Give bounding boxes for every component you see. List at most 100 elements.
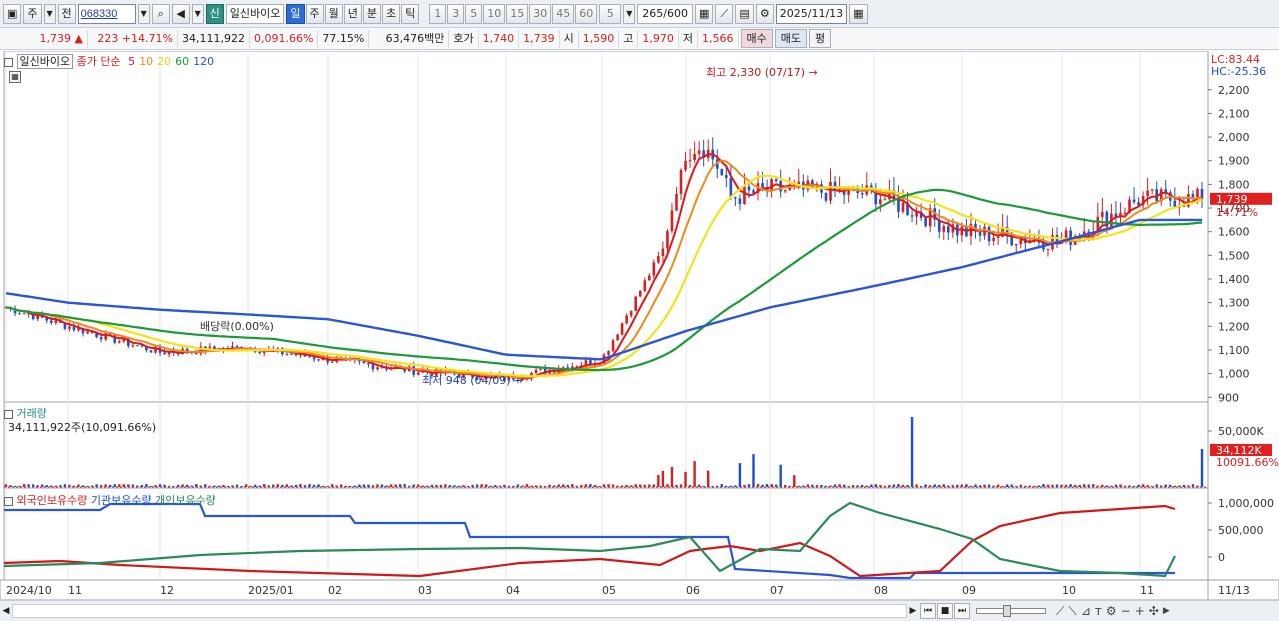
sell-button[interactable]: 매도 (774, 29, 807, 48)
volume-tick-label: 50,000K (1218, 425, 1264, 438)
candle-body (770, 179, 773, 191)
period-tabs: 일주월년분초틱 (286, 3, 420, 24)
period-tab-6[interactable]: 틱 (401, 3, 420, 24)
interval-tab-7[interactable]: 60 (575, 3, 598, 24)
period-tab-4[interactable]: 분 (362, 3, 382, 24)
price-pane-menu-icon[interactable] (4, 57, 13, 67)
market-dropdown-icon[interactable]: ▼ (43, 3, 56, 24)
count-field[interactable]: 265/600 (637, 3, 693, 24)
buy-button[interactable]: 매수 (740, 29, 773, 48)
zoom-out-icon[interactable]: − (1121, 604, 1131, 618)
interval-select[interactable]: 5 (599, 3, 622, 24)
period-tab-2[interactable]: 월 (324, 3, 343, 24)
interval-tab-0[interactable]: 1 (429, 3, 447, 24)
search-icon[interactable]: ⌕ (151, 3, 170, 24)
settings-icon[interactable]: ⚙ (1106, 604, 1117, 618)
code-dropdown-icon[interactable]: ▼ (137, 3, 150, 24)
volume-bar (1037, 485, 1041, 487)
current-pct-tag: 14.71% (1216, 206, 1258, 219)
candle-body (924, 218, 927, 227)
calendar-icon[interactable]: ▦ (849, 3, 868, 24)
interval-dropdown-icon[interactable]: ▼ (623, 3, 636, 24)
speaker-dropdown-icon[interactable]: ▼ (191, 3, 204, 24)
scroll-bar[interactable]: ◀ ▶ ⏮ ■ ⏭ ⟋ ⟍ ⊿ ᴛ ⚙ − + ✣ ▶ (0, 600, 1279, 621)
flat-button[interactable]: 평 (809, 29, 832, 48)
scroll-track[interactable] (12, 604, 907, 618)
interval-tab-5[interactable]: 30 (529, 3, 552, 24)
interval-tab-3[interactable]: 10 (483, 3, 506, 24)
volume-bar (969, 485, 973, 487)
x-axis-label: 11 (1140, 584, 1154, 597)
candle-body (376, 367, 379, 370)
candle-body (330, 361, 334, 363)
candle-body (960, 226, 964, 236)
ask-price: 1,740 (479, 29, 520, 48)
candle-body (290, 353, 293, 355)
interval-tab-4[interactable]: 15 (506, 3, 529, 24)
holding-menu-icon[interactable] (4, 496, 13, 506)
price-pane-frame (3, 51, 1209, 403)
candle-body (1123, 212, 1127, 214)
zoom-in-icon[interactable]: + (1135, 604, 1145, 618)
right-end-icon[interactable]: ▶ (1163, 606, 1170, 616)
volume-bar (149, 485, 153, 487)
candle-body (684, 161, 687, 170)
interval-tab-6[interactable]: 45 (552, 3, 575, 24)
candle-body (235, 346, 239, 348)
candle-body (136, 345, 139, 347)
period-tab-5[interactable]: 초 (382, 3, 401, 24)
price-tick-label: 1,200 (1218, 320, 1250, 333)
volume-bar (901, 484, 905, 487)
volume-bar (670, 466, 674, 487)
interval-tab-1[interactable]: 3 (447, 3, 465, 24)
chart-area[interactable]: 2,200 2,100 2,000 1,900 1,800 1,700 1,600 1,500… (0, 51, 1279, 621)
draw-tool-icon[interactable]: ⟋ (715, 3, 734, 24)
draw-line-icon[interactable]: ⟋ (1056, 604, 1064, 619)
fibonacci-icon[interactable]: ⊿ (1081, 604, 1091, 618)
candle-body (607, 351, 610, 355)
last-page-icon[interactable]: ⏭ (954, 603, 970, 619)
chart-type-icon[interactable]: ▦ (694, 3, 714, 24)
volume-value-text: 34,111,922주(10,091.66%) (8, 421, 157, 434)
draw-channel-icon[interactable]: ⟍ (1068, 604, 1076, 619)
period-tab-0[interactable]: 일 (286, 3, 305, 24)
table-icon[interactable]: ▦ (9, 71, 21, 83)
interval-tabs: 1 3 5 10 15 30 45 60 (429, 3, 598, 24)
scroll-right-icon[interactable]: ▶ (907, 606, 919, 616)
period-tab-3[interactable]: 년 (343, 3, 362, 24)
window-icon[interactable]: ▣ (3, 3, 22, 24)
scroll-left-icon[interactable]: ◀ (0, 606, 12, 616)
candle-body (625, 315, 628, 324)
volume-bar (1200, 449, 1204, 487)
candle-body (666, 231, 669, 249)
save-icon[interactable]: ▤ (735, 3, 754, 24)
stop-icon[interactable]: ■ (937, 603, 953, 619)
prev-button[interactable]: 전 (57, 3, 76, 24)
volume-bar (285, 484, 289, 487)
first-page-icon[interactable]: ⏮ (920, 603, 936, 619)
price-tick-label: 1,400 (1218, 273, 1250, 286)
holding-tick-label: 1,000,000 (1218, 497, 1274, 510)
zoom-knob[interactable] (1003, 605, 1011, 617)
crosshair-icon[interactable]: ✣ (1149, 604, 1159, 618)
speaker-icon[interactable]: ◀ (171, 3, 190, 24)
gear-icon[interactable]: ⚙ (755, 3, 774, 24)
interval-tab-2[interactable]: 5 (465, 3, 483, 24)
candle-body (1046, 249, 1050, 251)
volume-ratio: 0,091.66% (250, 29, 319, 48)
low-note: 최저 948 (04/09) → (422, 374, 523, 387)
period-tab-1[interactable]: 주 (305, 3, 324, 24)
stock-code-input[interactable] (77, 3, 136, 24)
x-axis-label: 2024/10 (6, 584, 52, 597)
text-tool-icon[interactable]: ᴛ (1095, 604, 1102, 618)
volume-bar (738, 463, 742, 487)
ma-label-3: 60 (175, 55, 190, 68)
x-axis-label: 08 (874, 584, 888, 597)
toolbar: ▣ 주 ▼ 전 ▼ ⌕ ◀ ▼ 신 일신바이오 일주월년분초틱 13510153… (0, 0, 1279, 28)
date-field[interactable]: 2025/11/13 (775, 3, 848, 24)
zoom-slider[interactable] (976, 605, 1046, 617)
price-tick-label: 1,600 (1218, 226, 1250, 239)
volume-menu-icon[interactable] (4, 409, 13, 419)
price-tick-label: 2,200 (1218, 84, 1250, 97)
market-select[interactable]: 주 (23, 3, 42, 24)
